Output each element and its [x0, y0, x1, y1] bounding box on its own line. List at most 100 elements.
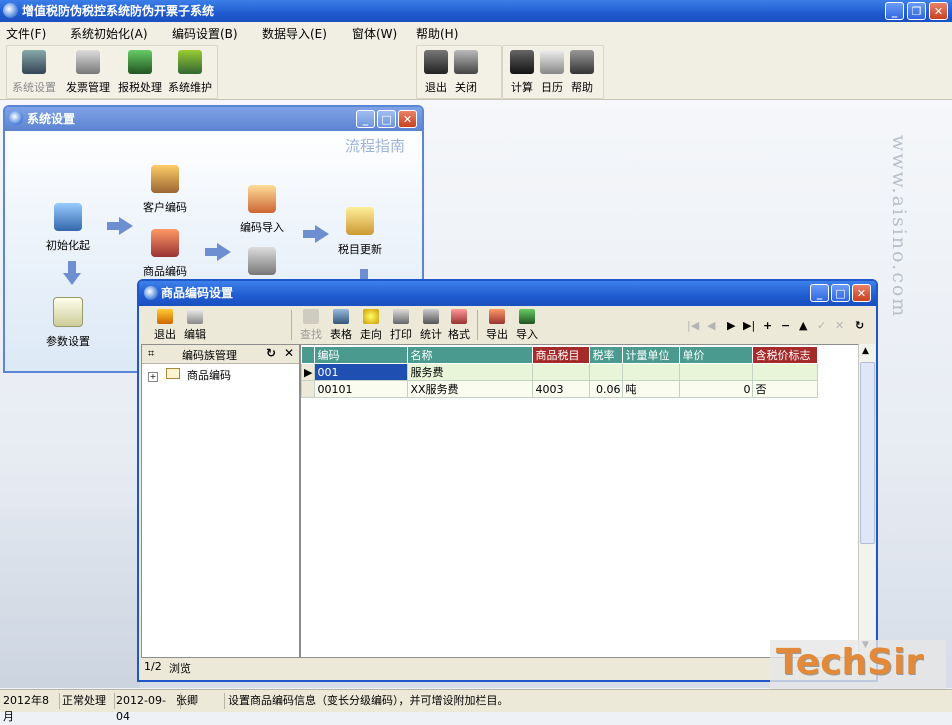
- nav-cancel-icon[interactable]: ✕: [835, 319, 844, 332]
- tree-tool-icon[interactable]: ⌗: [148, 347, 154, 361]
- tree-header: ⌗ 编码族管理 ↻ ✕: [142, 345, 299, 364]
- status-state: 正常处理: [62, 693, 115, 709]
- menu-code-settings[interactable]: 编码设置(B): [172, 25, 238, 42]
- product-code-grid: 编码 名称 商品税目 税率 计量单位 单价 含税价标志 ▶ 001 服务费 00…: [300, 344, 859, 658]
- scroll-up-icon[interactable]: ▲: [862, 346, 869, 356]
- toolbar-separator: [291, 310, 292, 340]
- tree-node-product-code[interactable]: + 商品编码: [148, 367, 231, 383]
- tool-print-button[interactable]: 打印: [387, 309, 415, 341]
- toolbar-group-main: 系统设置 发票管理 报税处理 系统维护: [6, 45, 218, 99]
- prod-close-button[interactable]: ✕: [852, 284, 871, 302]
- import-icon: [519, 309, 535, 324]
- system-settings-button[interactable]: 系统设置: [9, 50, 59, 96]
- tool-import-button[interactable]: 导入: [513, 309, 541, 341]
- nav-up-icon[interactable]: ▲: [799, 319, 807, 332]
- nav-next-icon[interactable]: ▶: [727, 319, 735, 332]
- tax-processing-button[interactable]: 报税处理: [115, 50, 165, 96]
- note-pencil-icon: [53, 297, 83, 327]
- sys-minimize-button[interactable]: _: [356, 110, 375, 128]
- tool-exit-button[interactable]: 退出: [151, 309, 179, 341]
- nav-prev-icon[interactable]: ◀: [707, 319, 715, 332]
- nav-first-icon[interactable]: |◀: [687, 319, 699, 332]
- sys-close-button[interactable]: ✕: [398, 110, 417, 128]
- tree-header-label: 编码族管理: [182, 349, 237, 362]
- product-box-icon: [151, 229, 179, 257]
- techsir-logo: TechSir: [770, 640, 946, 690]
- expand-icon[interactable]: +: [148, 372, 158, 382]
- column-header-tax-item[interactable]: 商品税目: [532, 346, 591, 364]
- find-icon: [303, 309, 319, 324]
- tree-refresh-icon[interactable]: ↻: [266, 346, 276, 360]
- column-header-name[interactable]: 名称: [407, 346, 534, 364]
- nav-delete-icon[interactable]: −: [781, 319, 790, 332]
- close-window-button[interactable]: 关闭: [441, 50, 491, 96]
- printer-icon: [248, 247, 276, 275]
- menu-system-init[interactable]: 系统初始化(A): [70, 25, 148, 42]
- restore-button[interactable]: ❐: [907, 2, 926, 20]
- current-row-indicator-icon: ▶: [300, 363, 316, 381]
- scroll-thumb[interactable]: [860, 362, 875, 544]
- app-titlebar: 增值税防伪税控系统防伪开票子系统 _ ❐ ✕: [0, 0, 952, 22]
- background-building: [0, 508, 140, 688]
- main-toolbar: 系统设置 发票管理 报税处理 系统维护 退出 关闭 计算 日历 帮助: [0, 43, 952, 100]
- step-initialize[interactable]: 初始化起: [33, 203, 103, 253]
- table-row[interactable]: ▶ 001 服务费: [300, 363, 819, 381]
- product-code-title: 商品编码设置: [161, 286, 234, 300]
- table-icon: [333, 309, 349, 324]
- tool-find-button[interactable]: 查找: [297, 309, 325, 341]
- tool-format-button[interactable]: 格式: [445, 309, 473, 341]
- tool-direction-button[interactable]: 走向: [357, 309, 385, 341]
- column-header-unit[interactable]: 计量单位: [622, 346, 681, 364]
- toolbar-group-exit: 退出 关闭: [416, 45, 502, 99]
- export-icon: [489, 309, 505, 324]
- product-toolbar: 退出 编辑 查找 表格 走向 打印 统计 格式 导出 导入 |◀ ◀ ▶ ▶| …: [139, 306, 876, 344]
- step-tax-item-update[interactable]: 税目更新: [325, 207, 395, 257]
- system-settings-title: 系统设置: [27, 112, 76, 126]
- step-customer-code[interactable]: 客户编码: [130, 165, 200, 215]
- nav-last-icon[interactable]: ▶|: [743, 319, 755, 332]
- step-parameter-settings[interactable]: 参数设置: [33, 297, 103, 349]
- arrow-right-icon: [205, 243, 231, 261]
- arrow-right-icon: [303, 225, 329, 243]
- product-code-titlebar[interactable]: 商品编码设置 _ □ ✕: [139, 281, 876, 306]
- tool-table-button[interactable]: 表格: [327, 309, 355, 341]
- sys-maximize-button[interactable]: □: [377, 110, 396, 128]
- column-header-tax-rate[interactable]: 税率: [589, 346, 624, 364]
- server-icon: [22, 50, 46, 74]
- prod-maximize-button[interactable]: □: [831, 284, 850, 302]
- app-title: 增值税防伪税控系统防伪开票子系统: [22, 4, 215, 18]
- grid-vertical-scrollbar[interactable]: ▲ ▼: [858, 344, 875, 656]
- menu-file[interactable]: 文件(F): [6, 25, 46, 42]
- step-hidden: [227, 247, 297, 281]
- tree-close-icon[interactable]: ✕: [284, 346, 294, 360]
- step-product-code[interactable]: 商品编码: [130, 229, 200, 279]
- tool-statistics-button[interactable]: 统计: [417, 309, 445, 341]
- code-tree-panel: ⌗ 编码族管理 ↻ ✕ + 商品编码: [141, 344, 300, 658]
- edit-icon: [187, 309, 203, 324]
- column-header-code[interactable]: 编码: [314, 346, 409, 364]
- tool-edit-button[interactable]: 编辑: [181, 309, 209, 341]
- system-settings-titlebar[interactable]: 系统设置 _ □ ✕: [5, 107, 422, 131]
- help-button[interactable]: 帮助: [557, 50, 607, 96]
- menu-help[interactable]: 帮助(H): [416, 25, 458, 42]
- system-maintenance-button[interactable]: 系统维护: [165, 50, 215, 96]
- step-code-import[interactable]: 编码导入: [227, 185, 297, 235]
- menu-bar: 文件(F) 系统初始化(A) 编码设置(B) 数据导入(E) 窗体(W) 帮助(…: [0, 22, 952, 44]
- exit-door-icon: [157, 309, 173, 324]
- column-header-price[interactable]: 单价: [679, 346, 754, 364]
- menu-data-import[interactable]: 数据导入(E): [262, 25, 327, 42]
- table-row[interactable]: 00101 XX服务费 4003 0.06 吨 0 否: [300, 380, 819, 398]
- row-indicator-header: [300, 346, 316, 364]
- invoice-management-button[interactable]: 发票管理: [63, 50, 113, 96]
- nav-confirm-icon[interactable]: ✓: [817, 319, 826, 332]
- lock-icon: [76, 50, 100, 74]
- column-header-tax-included-flag[interactable]: 含税价标志: [752, 346, 819, 364]
- nav-refresh-icon[interactable]: ↻: [855, 319, 864, 332]
- prod-minimize-button[interactable]: _: [810, 284, 829, 302]
- close-button[interactable]: ✕: [929, 2, 948, 20]
- tool-export-button[interactable]: 导出: [483, 309, 511, 341]
- watermark-text: www.aisino.com: [888, 135, 910, 319]
- menu-window[interactable]: 窗体(W): [352, 25, 397, 42]
- nav-add-icon[interactable]: +: [763, 319, 772, 332]
- minimize-button[interactable]: _: [885, 2, 904, 20]
